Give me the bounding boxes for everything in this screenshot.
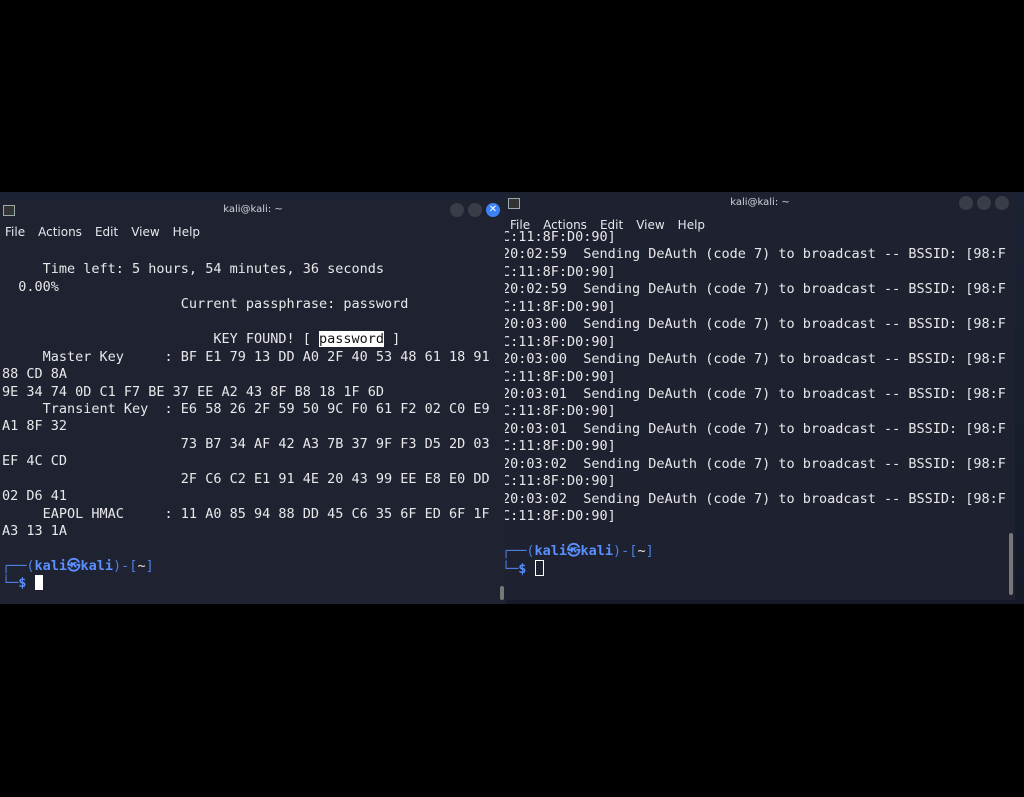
output-line: A1 8F 32	[2, 418, 68, 435]
menu-file[interactable]: File	[5, 222, 25, 242]
output-line: C:11:8F:D0:90]	[505, 263, 616, 280]
output-line: C:11:8F:D0:90]	[505, 298, 616, 315]
minimize-button[interactable]	[959, 196, 973, 210]
output-line: 88 CD 8A	[2, 366, 68, 383]
key-found-label: KEY FOUND! [	[2, 331, 319, 348]
menu-actions[interactable]: Actions	[38, 222, 82, 242]
prompt-frame: ┌──(	[2, 557, 35, 574]
output-line: C:11:8F:D0:90]	[505, 333, 616, 350]
output-line: C:11:8F:D0:90]	[505, 438, 616, 455]
output-line: Current passphrase: password	[2, 296, 409, 313]
found-key-selected[interactable]: password	[318, 331, 385, 348]
prompt-line: ┌──(kali㉿kali)-[~]	[2, 558, 498, 575]
output-line: C:11:8F:D0:90]	[505, 473, 616, 490]
key-found-bracket: ]	[384, 331, 401, 348]
title-bar[interactable]: kali@kali: ~	[505, 193, 1015, 213]
output-line: C:11:8F:D0:90]	[505, 229, 616, 245]
output-line: EF 4C CD	[2, 453, 68, 470]
output-line: 20:02:59 Sending DeAuth (code 7) to broa…	[505, 281, 1006, 298]
output-line: Time left: 5 hours, 54 minutes, 36 secon…	[2, 261, 385, 278]
window-title: kali@kali: ~	[730, 197, 790, 208]
title-bar[interactable]: kali@kali: ~ ✕	[0, 200, 506, 220]
terminal-window-left[interactable]: kali@kali: ~ ✕ File Actions Edit View He…	[0, 200, 506, 604]
prompt-frame: )-[	[613, 542, 638, 559]
output-line: 0.00%	[2, 278, 59, 295]
output-line: 20:03:01 Sending DeAuth (code 7) to broa…	[505, 385, 1006, 402]
output-line: 9E 34 74 0D C1 F7 BE 37 EE A2 43 8F B8 1…	[2, 383, 385, 400]
menu-bar: File Actions Edit View Help	[0, 222, 200, 242]
output-line: 20:03:01 Sending DeAuth (code 7) to broa…	[505, 420, 1006, 437]
maximize-button[interactable]	[468, 203, 482, 217]
terminal-icon	[508, 198, 520, 209]
prompt-input-line[interactable]: └─$	[505, 560, 1007, 577]
output-line: 20:03:02 Sending DeAuth (code 7) to broa…	[505, 455, 1006, 472]
scrollbar[interactable]	[1009, 533, 1013, 595]
window-title: kali@kali: ~	[223, 204, 283, 215]
output-line: 02 D6 41	[2, 488, 68, 505]
maximize-button[interactable]	[977, 196, 991, 210]
output-line: 2F C6 C2 E1 91 4E 20 43 99 EE E8 E0 DD	[2, 470, 490, 487]
menu-help[interactable]: Help	[173, 222, 200, 242]
prompt-input-line[interactable]: └─$	[2, 575, 498, 592]
prompt-user-host: kali㉿kali	[34, 557, 114, 574]
key-found-line: KEY FOUND! [ password ]	[2, 331, 498, 348]
menu-edit[interactable]: Edit	[95, 222, 118, 242]
output-line: Transient Key : E6 58 26 2F 59 50 9C F0 …	[2, 400, 490, 417]
prompt-directory: ~	[137, 557, 146, 574]
prompt-frame: ]	[145, 557, 154, 574]
prompt-frame: └─	[505, 561, 519, 578]
text-cursor	[34, 575, 43, 591]
output-line: EAPOL HMAC : 11 A0 85 94 88 DD 45 C6 35 …	[2, 505, 490, 522]
prompt-directory: ~	[637, 542, 646, 559]
prompt-symbol: $	[518, 561, 527, 578]
terminal-window-right[interactable]: kali@kali: ~ File Actions Edit View Help…	[505, 193, 1015, 600]
output-line: A3 13 1A	[2, 523, 68, 539]
text-cursor	[534, 560, 544, 577]
terminal-output[interactable]: Time left: 5 hours, 54 minutes, 36 secon…	[2, 244, 498, 593]
prompt-user-host: kali㉿kali	[534, 542, 614, 559]
minimize-button[interactable]	[450, 203, 464, 217]
output-line: Master Key : BF E1 79 13 DD A0 2F 40 53 …	[2, 348, 490, 365]
output-line: 20:03:02 Sending DeAuth (code 7) to broa…	[505, 490, 1006, 507]
close-button[interactable]: ✕	[486, 203, 500, 217]
prompt-symbol: $	[18, 575, 27, 592]
menu-view[interactable]: View	[131, 222, 159, 242]
prompt-frame: )-[	[113, 557, 138, 574]
terminal-icon	[3, 205, 15, 216]
output-line: C:11:8F:D0:90]	[505, 368, 616, 385]
prompt-frame: └─	[2, 575, 19, 592]
output-line: 73 B7 34 AF 42 A3 7B 37 9F F3 D5 2D 03	[2, 435, 490, 452]
output-line: 20:03:00 Sending DeAuth (code 7) to broa…	[505, 351, 1006, 368]
output-line: 20:03:00 Sending DeAuth (code 7) to broa…	[505, 316, 1006, 333]
scrollbar[interactable]	[500, 586, 504, 600]
terminal-output[interactable]: C:11:8F:D0:90] 20:02:59 Sending DeAuth (c…	[505, 229, 1007, 578]
output-line: C:11:8F:D0:90]	[505, 508, 616, 524]
prompt-line: ┌──(kali㉿kali)-[~]	[505, 543, 1007, 560]
close-button[interactable]	[995, 196, 1009, 210]
prompt-frame: ]	[645, 542, 654, 559]
output-line: C:11:8F:D0:90]	[505, 403, 616, 420]
prompt-frame: ┌──(	[505, 542, 535, 559]
output-line: 20:02:59 Sending DeAuth (code 7) to broa…	[505, 246, 1006, 263]
